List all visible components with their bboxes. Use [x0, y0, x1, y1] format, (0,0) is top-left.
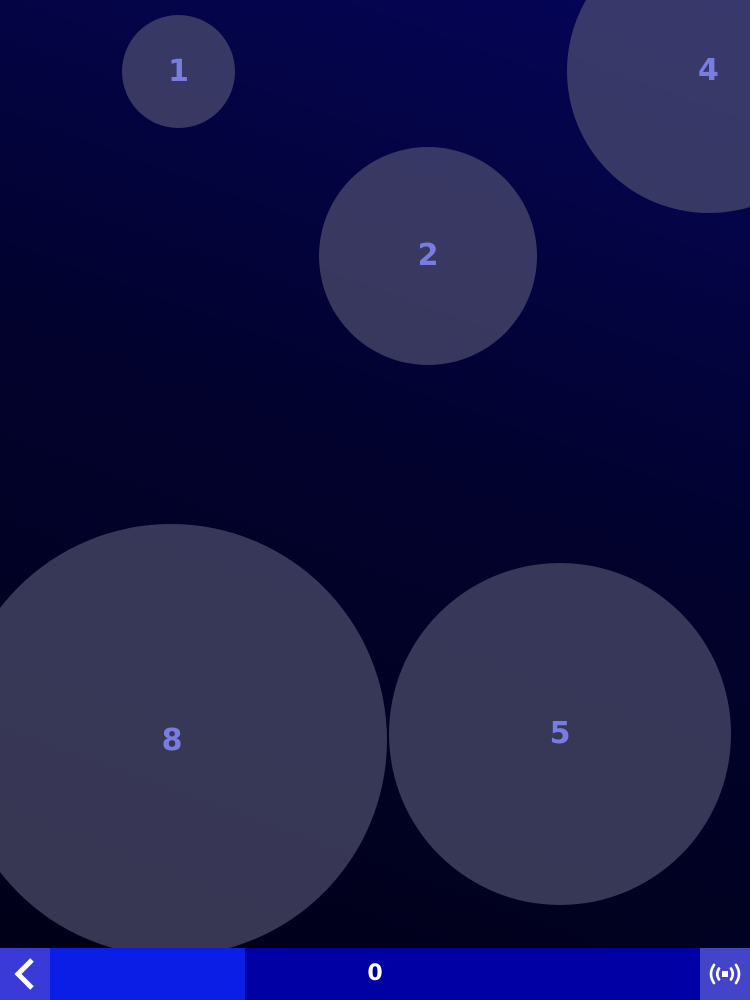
bubble-number: 2: [417, 238, 439, 273]
score-display: 0: [367, 961, 383, 986]
game-board: 1 2 4 8 5: [0, 0, 750, 948]
bubble-number: 5: [549, 716, 571, 751]
bubble-1[interactable]: 1: [122, 15, 235, 128]
bubble-number: 1: [168, 53, 189, 89]
bubble-2[interactable]: 2: [319, 147, 537, 365]
bubble-8[interactable]: 8: [0, 524, 387, 948]
broadcast-button[interactable]: [700, 948, 750, 1000]
bubble-number: 4: [698, 53, 719, 88]
bubble-4[interactable]: 4: [567, 0, 750, 213]
chevron-left-icon: [14, 958, 34, 990]
broadcast-icon: [709, 963, 741, 985]
bubble-number: 8: [161, 723, 183, 758]
back-button[interactable]: [0, 948, 50, 1000]
bottom-bar: 0: [0, 948, 750, 1000]
bubble-5[interactable]: 5: [389, 563, 731, 905]
